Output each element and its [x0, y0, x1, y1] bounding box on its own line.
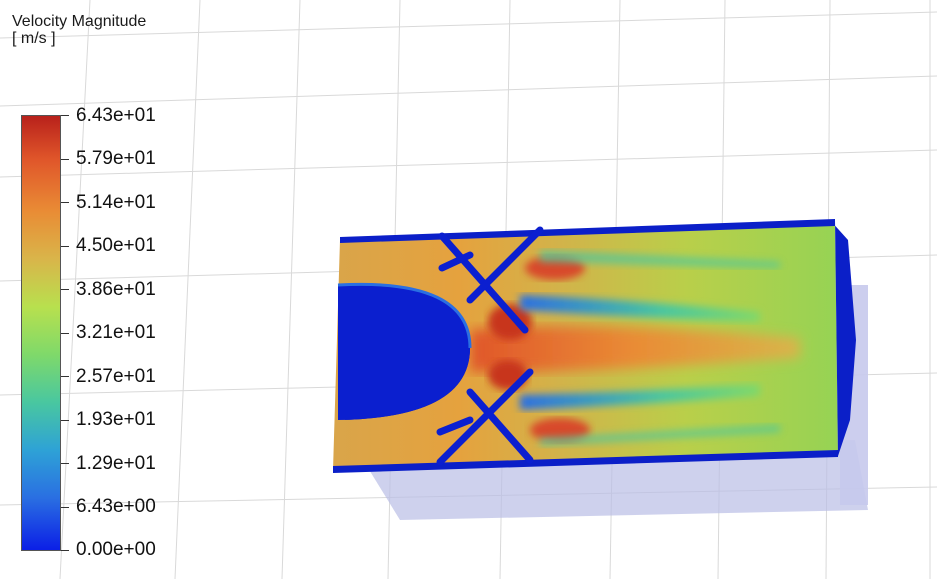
legend-label: 3.21e+01 [76, 322, 156, 343]
legend-tick [61, 246, 69, 247]
legend-label: 5.14e+01 [76, 192, 156, 213]
legend-tick [61, 333, 69, 334]
legend-tick [61, 289, 69, 290]
legend-title-line1: Velocity Magnitude [12, 13, 147, 30]
legend-tick [61, 420, 69, 421]
legend-tick [61, 463, 69, 464]
legend-tick [61, 115, 69, 116]
cfd-viewport[interactable]: Velocity Magnitude [ m/s ] 6.43e+01 5.79… [0, 0, 937, 579]
legend-label: 5.79e+01 [76, 148, 156, 169]
legend-tick [61, 202, 69, 203]
legend-label-min: 0.00e+00 [76, 539, 156, 560]
legend-label: 2.57e+01 [76, 366, 156, 387]
color-scale-bar [21, 115, 61, 551]
legend-label: 6.43e+00 [76, 496, 156, 517]
legend-tick [61, 507, 69, 508]
legend-tick [61, 376, 69, 377]
legend-title-line2: [ m/s ] [12, 30, 56, 47]
legend-label: 4.50e+01 [76, 235, 156, 256]
legend-tick [61, 550, 69, 551]
legend-label-max: 6.43e+01 [76, 105, 156, 126]
legend-tick [61, 159, 69, 160]
legend-label: 3.86e+01 [76, 279, 156, 300]
legend-label: 1.93e+01 [76, 409, 156, 430]
legend-title: Velocity Magnitude [ m/s ] [12, 13, 146, 47]
legend-label: 1.29e+01 [76, 453, 156, 474]
